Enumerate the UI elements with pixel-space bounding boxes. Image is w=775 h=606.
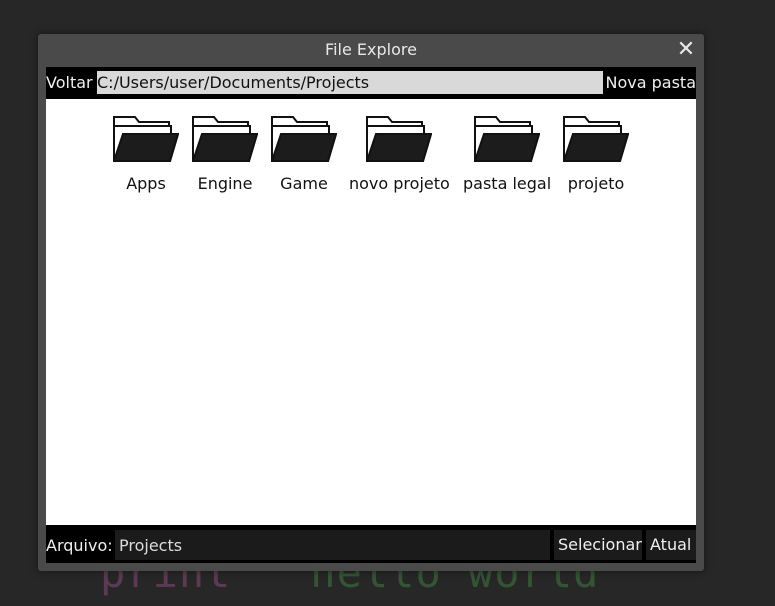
close-icon[interactable]: ✕ <box>676 38 696 62</box>
folder-item[interactable]: Game <box>271 114 337 193</box>
folder-label: novo projeto <box>349 174 450 193</box>
current-button[interactable]: Atual <box>646 530 696 560</box>
folder-label: Apps <box>126 174 166 193</box>
footer-bar: Arquivo: Selecionar Atual <box>46 525 696 563</box>
file-name-input[interactable] <box>115 530 550 560</box>
folder-list: Apps Engine Game novo projeto pasta lega… <box>46 99 696 525</box>
folder-item[interactable]: Apps <box>113 114 179 193</box>
folder-label: Engine <box>197 174 253 193</box>
select-button[interactable]: Selecionar <box>554 530 642 560</box>
back-button[interactable]: Voltar <box>46 73 93 92</box>
folder-item[interactable]: Engine <box>192 114 258 193</box>
folder-icon <box>192 116 258 162</box>
folder-item[interactable]: novo projeto <box>349 114 450 193</box>
folder-icon <box>563 116 629 162</box>
folder-icon <box>271 116 337 162</box>
new-folder-button[interactable]: Nova pasta <box>606 73 697 92</box>
folder-icon <box>474 116 541 162</box>
file-explorer-window: File Explore ✕ Voltar Nova pasta Apps En… <box>38 34 704 571</box>
window-title: File Explore <box>325 40 417 59</box>
file-label: Arquivo: <box>46 536 113 555</box>
folder-label: projeto <box>567 174 625 193</box>
folder-label: pasta legal <box>463 174 552 193</box>
folder-icon <box>113 116 179 162</box>
path-input[interactable] <box>97 71 603 94</box>
toolbar: Voltar Nova pasta <box>46 67 696 99</box>
folder-item[interactable]: pasta legal <box>463 114 551 193</box>
folder-icon <box>366 116 433 162</box>
folder-label: Game <box>280 174 328 193</box>
window-titlebar[interactable]: File Explore ✕ <box>38 34 704 66</box>
folder-item[interactable]: projeto <box>563 114 629 193</box>
